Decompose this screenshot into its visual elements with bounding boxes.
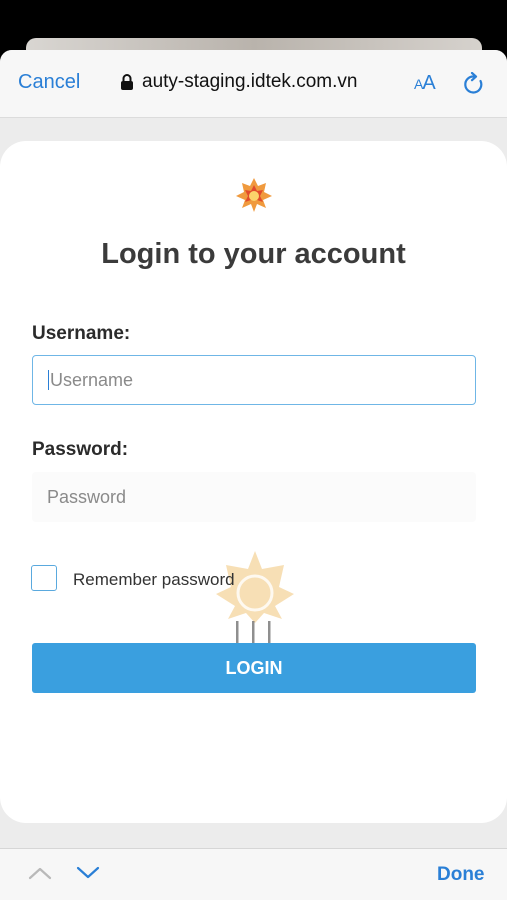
page-title: Login to your account [101, 238, 406, 270]
done-button[interactable]: Done [437, 864, 485, 886]
remember-label[interactable]: Remember password [73, 570, 235, 590]
url-text: auty-staging.idtek.com.vn [142, 71, 358, 92]
password-input[interactable]: Password [32, 472, 476, 522]
keyboard-accessory-bar: Done [0, 848, 507, 900]
login-card: Login to your account Username: Username… [0, 141, 507, 823]
username-placeholder: Username [50, 369, 134, 390]
text-caret [48, 370, 49, 390]
password-placeholder: Password [47, 486, 127, 507]
brand-logo-icon [236, 178, 272, 212]
reload-icon[interactable] [463, 71, 485, 101]
chevron-down-icon[interactable] [76, 866, 100, 880]
chevron-up-icon[interactable] [28, 866, 52, 880]
login-button[interactable]: LOGIN [32, 643, 476, 693]
web-content: Login to your account Username: Username… [0, 118, 507, 848]
cancel-button[interactable]: Cancel [18, 71, 80, 94]
address-bar[interactable]: auty-staging.idtek.com.vn [120, 71, 357, 93]
browser-toolbar: Cancel auty-staging.idtek.com.vn AA [0, 50, 507, 118]
username-label: Username: [32, 323, 131, 344]
browser-sheet: Cancel auty-staging.idtek.com.vn AA Logi… [0, 50, 507, 900]
lock-icon [120, 73, 134, 91]
password-label: Password: [32, 439, 129, 460]
username-input[interactable]: Username [32, 355, 476, 405]
text-size-button[interactable]: AA [414, 72, 436, 95]
remember-checkbox[interactable] [31, 565, 57, 591]
